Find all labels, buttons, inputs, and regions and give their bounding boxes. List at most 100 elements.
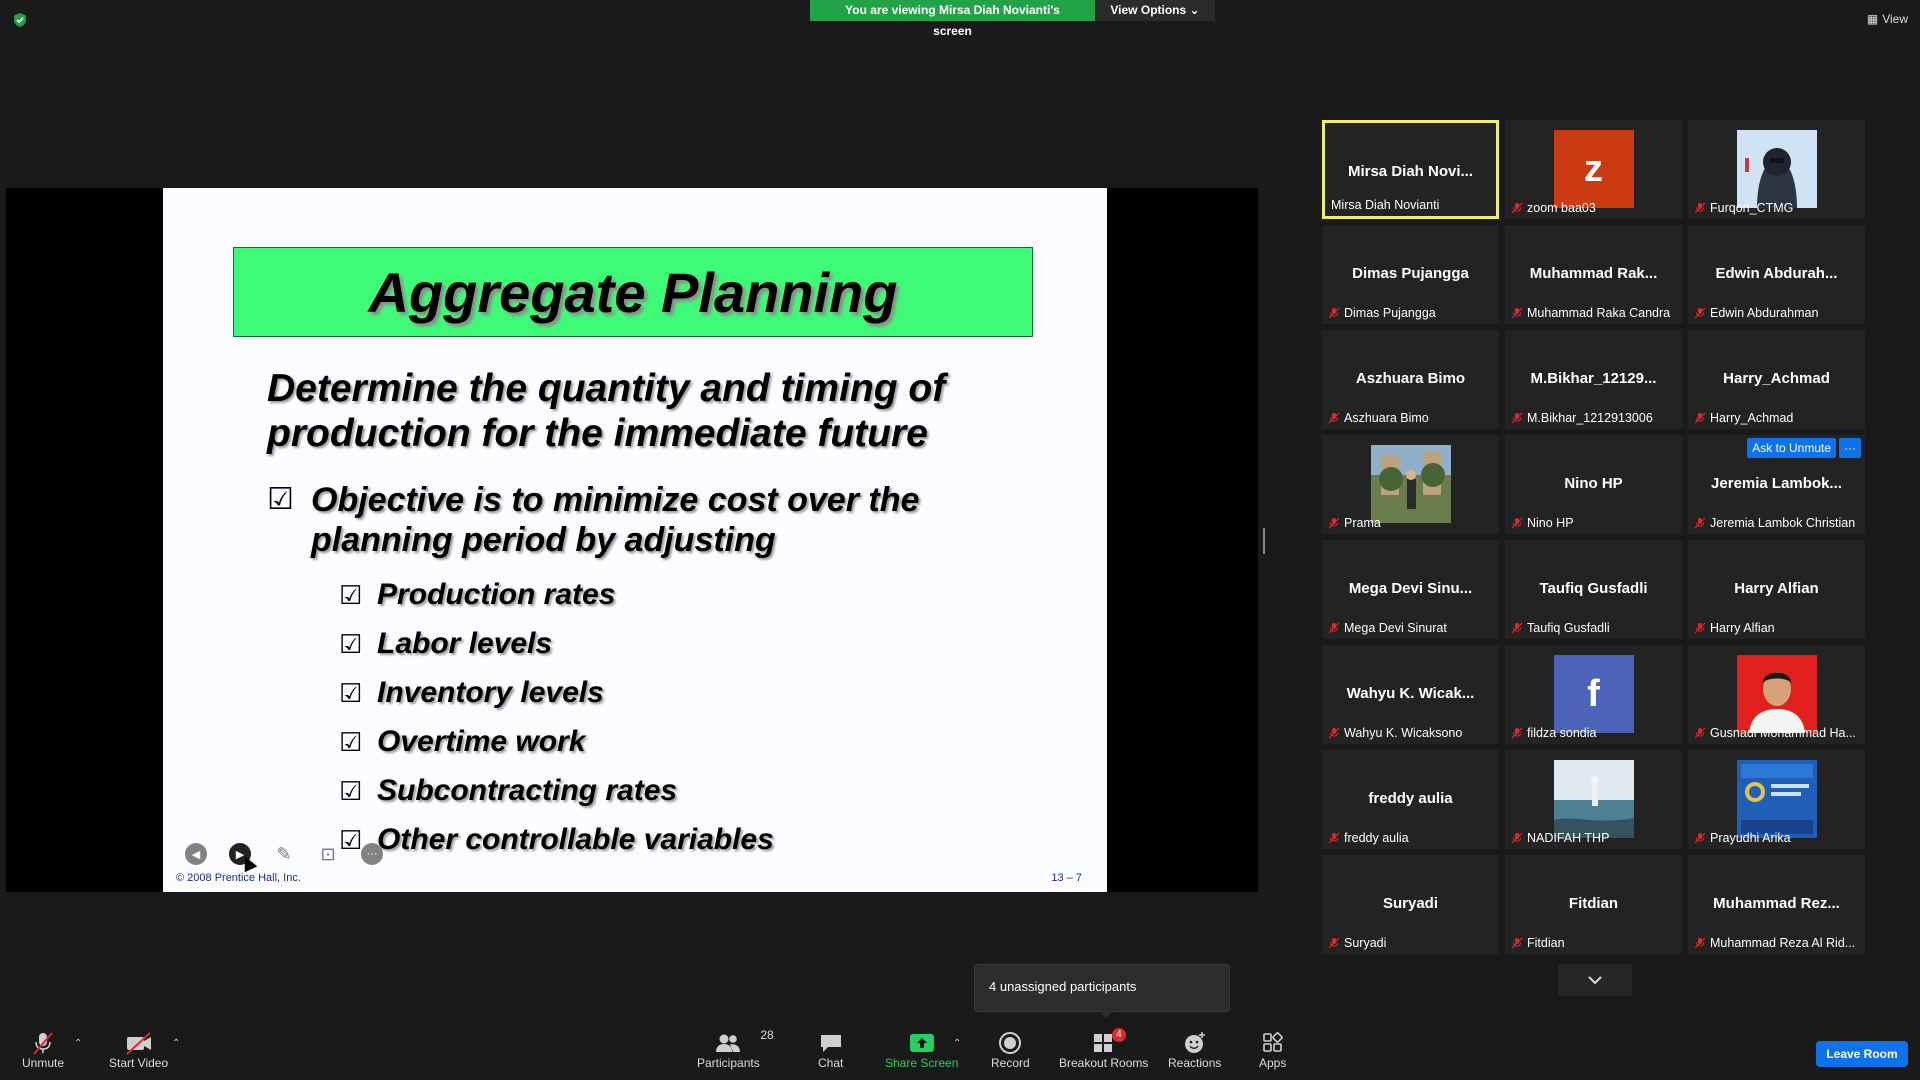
participant-tile[interactable]: Mirsa Diah Novi... Mirsa Diah Novianti — [1322, 120, 1499, 219]
participant-tile[interactable]: Muhammad Rak... Muhammad Raka Candra — [1505, 225, 1682, 324]
participant-tile[interactable]: Mega Devi Sinu... Mega Devi Sinurat — [1322, 540, 1499, 639]
video-camera-off-icon — [125, 1032, 151, 1055]
participant-tile[interactable]: Suryadi Suryadi — [1322, 855, 1499, 954]
avatar: z — [1553, 130, 1634, 208]
participant-tile[interactable]: freddy aulia freddy aulia — [1322, 750, 1499, 849]
participant-tile[interactable]: z zoom baa03 — [1505, 120, 1682, 219]
participant-display-name: Harry_Achmad — [1723, 370, 1830, 387]
participant-video-thumbnail — [1553, 760, 1634, 838]
reactions-label: Reactions — [1168, 1056, 1222, 1070]
slide-title: Aggregate Planning — [368, 260, 898, 324]
view-options-button[interactable]: View Options ⌄ — [1095, 0, 1215, 21]
participant-gallery: Mirsa Diah Novi... Mirsa Diah Novianti z zo… — [1322, 120, 1865, 954]
panel-resize-handle[interactable] — [1263, 528, 1265, 554]
microphone-muted-icon — [1328, 517, 1340, 529]
participant-tile[interactable]: Gusnadi Mohammad Ha... — [1688, 645, 1865, 744]
participant-display-name: Nino HP — [1564, 475, 1623, 492]
microphone-muted-icon — [1694, 202, 1706, 214]
list-item: ☑ Overtime work — [339, 717, 774, 766]
pen-icon[interactable]: ✎ — [273, 843, 295, 865]
breakout-rooms-button[interactable]: 4 Breakout Rooms — [1059, 1028, 1148, 1070]
more-options-button[interactable]: ··· — [1839, 438, 1861, 458]
list-item: ☑ Other controllable variables — [339, 815, 774, 864]
slide-sub-list: ☑ Production rates ☑ Labor levels ☑ Invento… — [339, 570, 774, 864]
participant-name-label: Prama — [1328, 516, 1495, 530]
start-video-button[interactable]: Start Video — [109, 1030, 168, 1070]
participant-tile[interactable]: M.Bikhar_12129... M.Bikhar_1212913006 — [1505, 330, 1682, 429]
gallery-scroll-down-button[interactable] — [1558, 964, 1632, 996]
participant-name-label: Dimas Pujangga — [1328, 306, 1495, 320]
share-screen-button[interactable]: Share Screen — [885, 1030, 958, 1070]
share-screen-icon — [909, 1034, 934, 1052]
microphone-muted-icon — [1511, 622, 1523, 634]
microphone-muted-icon — [1328, 622, 1340, 634]
microphone-muted-icon — [1511, 727, 1523, 739]
reactions-button[interactable]: Reactions — [1168, 1030, 1221, 1070]
leave-room-button[interactable]: Leave Room — [1816, 1041, 1908, 1067]
share-options-caret-icon[interactable]: ⌃ — [953, 1038, 961, 1049]
security-shield-icon[interactable] — [12, 12, 28, 28]
participant-display-name: M.Bikhar_12129... — [1530, 370, 1657, 387]
participant-tile[interactable]: Wahyu K. Wicak... Wahyu K. Wicaksono — [1322, 645, 1499, 744]
participant-tile[interactable]: Muhammad Rez... Muhammad Reza Al Rid... — [1688, 855, 1865, 954]
participant-tile[interactable]: Prayudhi Arika — [1688, 750, 1865, 849]
microphone-muted-icon — [33, 1032, 53, 1055]
participant-name-label: Suryadi — [1328, 936, 1495, 950]
slide-heading: Determine the quantity and timing of pro… — [267, 367, 946, 455]
slide-title-box: Aggregate Planning — [233, 247, 1033, 337]
microphone-muted-icon — [1694, 307, 1706, 319]
participant-tile[interactable]: Harry Alfian Harry Alfian — [1688, 540, 1865, 639]
participant-name-label: Harry_Achmad — [1694, 411, 1861, 425]
record-button[interactable]: Record — [991, 1030, 1030, 1070]
participant-tile[interactable]: Nino HP Nino HP — [1505, 435, 1682, 534]
participant-tile[interactable]: Dimas Pujangga Dimas Pujangga — [1322, 225, 1499, 324]
participant-tile[interactable]: f fildza sondia — [1505, 645, 1682, 744]
checkbox-icon: ☑ — [339, 677, 363, 708]
participant-name-label: Edwin Abdurahman — [1694, 306, 1861, 320]
participant-name-label: Aszhuara Bimo — [1328, 411, 1495, 425]
chat-button[interactable]: Chat — [818, 1030, 843, 1070]
participant-tile[interactable]: Jeremia Lambok... Ask to Unmute ··· Jeremia… — [1688, 435, 1865, 534]
view-layout-label: View — [1882, 12, 1908, 26]
video-options-caret-icon[interactable]: ⌃ — [172, 1038, 180, 1049]
microphone-muted-icon — [1511, 832, 1523, 844]
participant-name-label: Furqon_CTMG — [1694, 201, 1861, 215]
microphone-muted-icon — [1694, 937, 1706, 949]
chevron-down-icon: ⌄ — [1189, 3, 1200, 17]
checkbox-icon: ☑ — [339, 775, 363, 806]
breakout-rooms-badge: 4 — [1112, 1028, 1126, 1042]
microphone-muted-icon — [1328, 412, 1340, 424]
participant-tile[interactable]: Furqon_CTMG — [1688, 120, 1865, 219]
zoom-icon[interactable]: ⊡ — [317, 843, 339, 865]
microphone-muted-icon — [1694, 832, 1706, 844]
participant-tile[interactable]: Edwin Abdurah... Edwin Abdurahman — [1688, 225, 1865, 324]
participant-tile[interactable]: Aszhuara Bimo Aszhuara Bimo — [1322, 330, 1499, 429]
apps-button[interactable]: Apps — [1259, 1030, 1286, 1070]
list-item: ☑ Production rates — [339, 570, 774, 619]
shared-screen-area: Aggregate Planning Determine the quantit… — [6, 188, 1258, 892]
list-item: ☑ Inventory levels — [339, 668, 774, 717]
view-layout-button[interactable]: ▦ View — [1867, 12, 1908, 26]
audio-options-caret-icon[interactable]: ⌃ — [74, 1038, 82, 1049]
start-video-label: Start Video — [109, 1056, 169, 1070]
record-icon — [999, 1032, 1022, 1054]
ask-to-unmute-button[interactable]: Ask to Unmute — [1747, 438, 1836, 458]
slide-page-number: 13 – 7 — [1051, 872, 1082, 884]
participant-video-thumbnail — [1370, 445, 1451, 523]
unmute-button[interactable]: Unmute — [22, 1030, 64, 1070]
participant-tile[interactable]: Fitdian Fitdian — [1505, 855, 1682, 954]
participants-button[interactable]: 28 Participants — [697, 1028, 774, 1070]
avatar: f — [1553, 655, 1634, 733]
zoom-meeting-window: You are viewing Mirsa Diah Novianti's sc… — [0, 0, 1920, 1080]
more-icon[interactable]: ··· — [361, 843, 383, 865]
participant-tile[interactable]: Harry_Achmad Harry_Achmad — [1688, 330, 1865, 429]
participant-tile[interactable]: Taufiq Gusfadli Taufiq Gusfadli — [1505, 540, 1682, 639]
participant-tile[interactable]: NADIFAH THP — [1505, 750, 1682, 849]
participant-display-name: Wahyu K. Wicak... — [1346, 685, 1475, 702]
microphone-muted-icon — [1328, 307, 1340, 319]
participant-name-label: Harry Alfian — [1694, 621, 1861, 635]
participant-tile[interactable]: Prama — [1322, 435, 1499, 534]
participant-display-name: Jeremia Lambok... — [1711, 475, 1842, 492]
previous-slide-icon[interactable]: ◀ — [185, 843, 207, 865]
microphone-muted-icon — [1694, 517, 1706, 529]
